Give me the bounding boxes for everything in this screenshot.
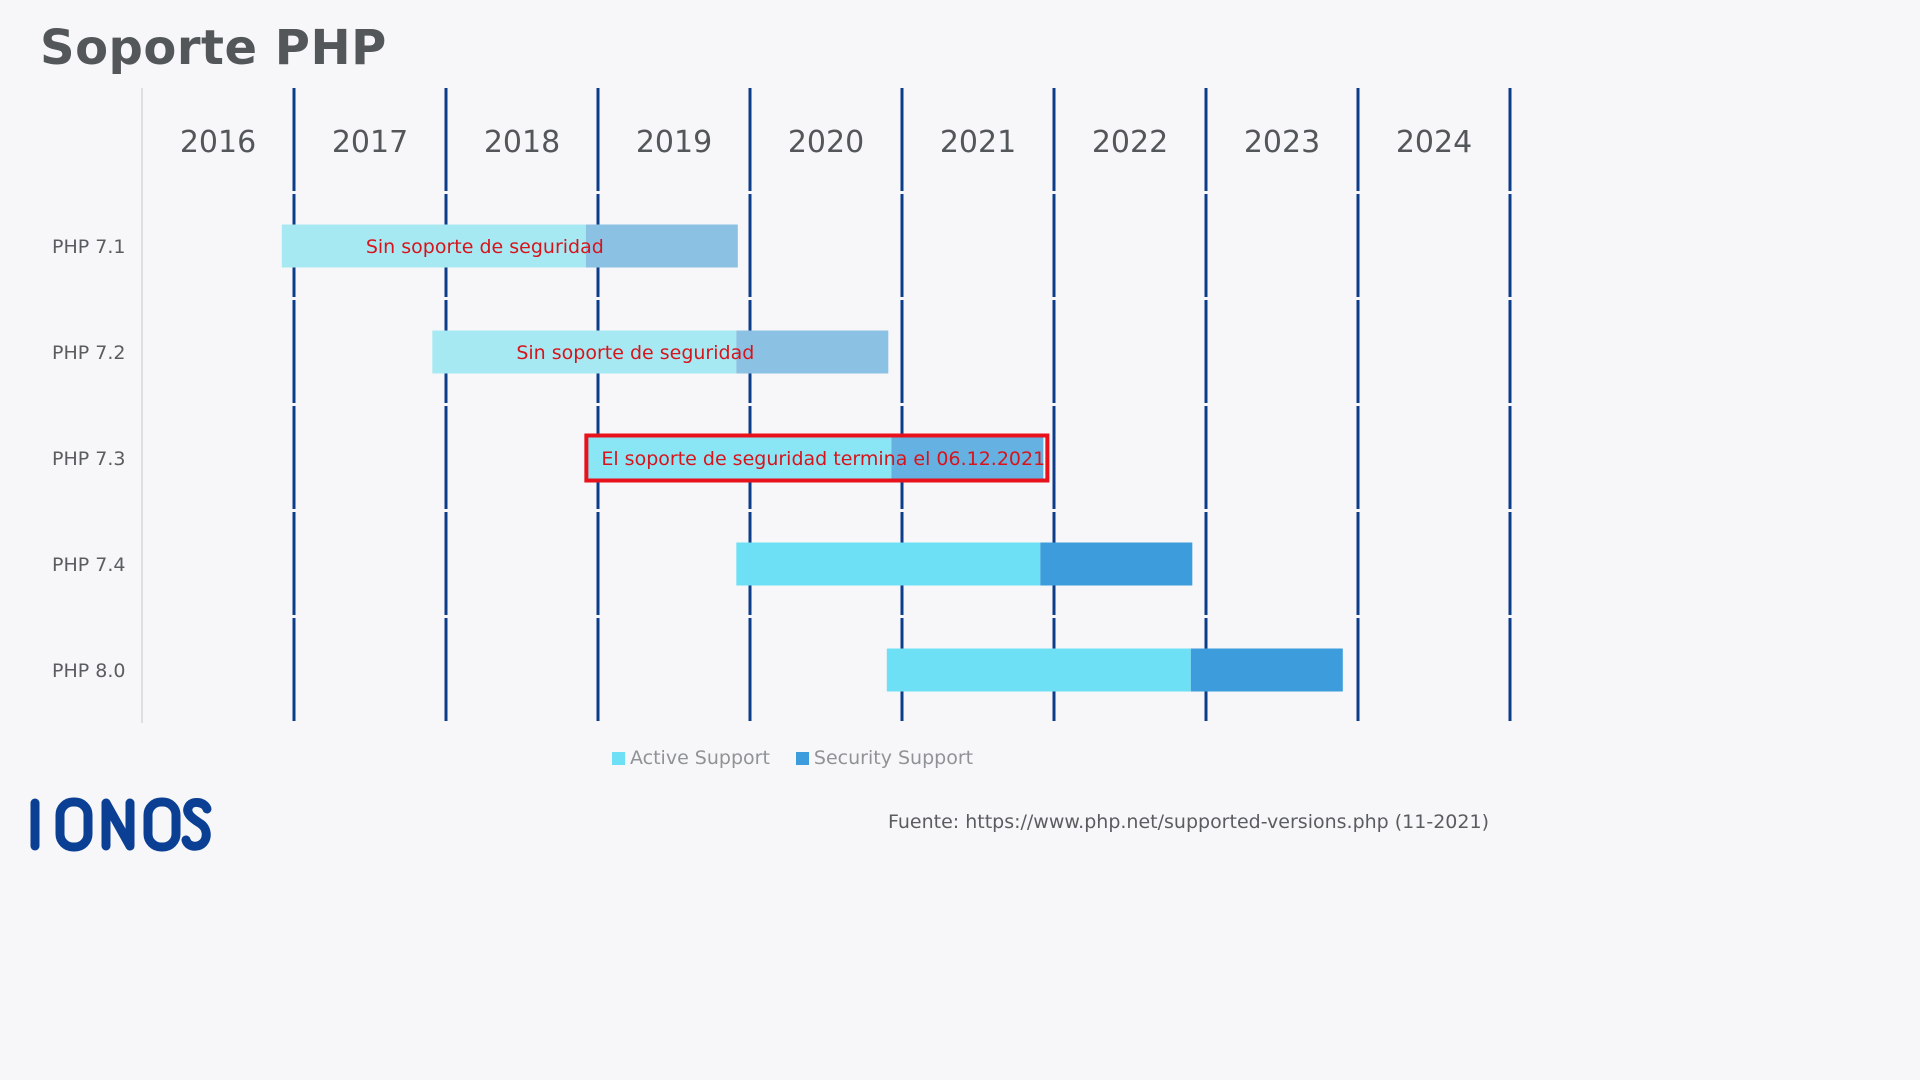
y-label: PHP 8.0: [52, 660, 125, 682]
bar-active-php-7-4: [736, 542, 1041, 586]
y-label: PHP 7.2: [52, 342, 125, 364]
logo-letter-o2: [143, 797, 181, 852]
bars-layer: Sin soporte de seguridad Sin soporte de s…: [281, 224, 1343, 692]
logo-letter-s: [181, 797, 212, 851]
legend-label-active: Active Support: [630, 747, 770, 769]
bar-annotation: El soporte de seguridad termina el 06.12…: [601, 448, 1045, 470]
x-axis-ticks: 2016 2017 2018 2019 2020 2021 2022 2023 2024: [180, 125, 1472, 160]
x-tick-label: 2020: [788, 125, 864, 160]
bar-annotation: Sin soporte de seguridad: [516, 342, 754, 364]
x-tick-label: 2019: [636, 125, 712, 160]
source-footnote: Fuente: https://www.php.net/supported-ve…: [887, 811, 1489, 833]
bar-security-php-7-2: [736, 330, 889, 374]
y-label: PHP 7.3: [52, 448, 125, 470]
logo-letter-n: [101, 798, 135, 851]
bar-security-php-8-0: [1190, 648, 1343, 692]
legend-swatch-active: [612, 751, 625, 765]
legend-swatch-security: [795, 751, 809, 765]
x-tick-label: 2016: [180, 125, 256, 160]
legend-item-active: Active Support: [612, 747, 770, 769]
bar-annotation: Sin soporte de seguridad: [366, 236, 604, 258]
y-label: PHP 7.4: [52, 554, 125, 576]
logo-letter-o: [55, 797, 93, 852]
y-label: PHP 7.1: [52, 236, 125, 258]
x-tick-label: 2024: [1396, 125, 1472, 160]
legend-item-security: Security Support: [795, 747, 974, 769]
legend-label-security: Security Support: [813, 747, 974, 769]
x-tick-label: 2022: [1092, 125, 1168, 160]
x-tick-label: 2021: [940, 125, 1016, 160]
grid-layer: [141, 88, 1512, 723]
x-tick-label: 2017: [332, 125, 408, 160]
bar-security-php-7-4: [1040, 542, 1193, 586]
ionos-logo: [30, 797, 212, 852]
x-tick-label: 2018: [484, 125, 560, 160]
bar-security-php-7-1: [585, 224, 738, 268]
bar-active-php-8-0: [886, 648, 1191, 692]
y-axis-labels: PHP 7.1 PHP 7.2 PHP 7.3 PHP 7.4 PHP 8.0: [52, 236, 125, 682]
x-tick-label: 2023: [1244, 125, 1320, 160]
legend: Active Support Security Support: [612, 747, 973, 769]
